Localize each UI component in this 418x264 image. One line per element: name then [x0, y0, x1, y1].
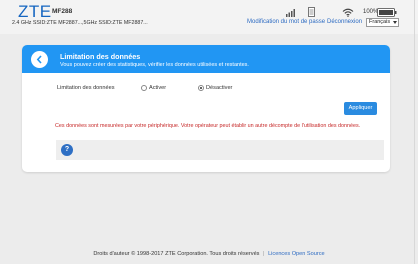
device-model: MF288 — [52, 8, 73, 15]
panel-subtitle: Vous pouvez créer des statistiques, véri… — [60, 62, 249, 68]
logout-link[interactable]: Déconnexion — [327, 19, 362, 25]
language-value: Français — [369, 19, 391, 25]
help-icon[interactable]: ? — [61, 144, 73, 156]
panel-title: Limitation des données — [60, 52, 141, 61]
enable-label[interactable]: Activer — [149, 85, 166, 91]
ssid-info: 2.4 GHz SSID:ZTE MF2887...,5GHz SSID:ZTE… — [12, 20, 148, 26]
data-limit-label: Limitation des données — [57, 85, 115, 91]
change-password-link[interactable]: Modification du mot de passe — [247, 19, 325, 25]
open-source-licenses-link[interactable]: Licences Open Source — [268, 251, 325, 257]
chevron-down-icon — [393, 21, 397, 24]
disable-radio[interactable] — [198, 85, 204, 91]
copyright-text: Droits d'auteur © 1998-2017 ZTE Corporat… — [93, 251, 260, 257]
footer-separator: | — [263, 251, 265, 257]
help-bar: ? — [56, 140, 384, 160]
panel-header: Limitation des données Vous pouvez créer… — [22, 45, 390, 73]
sms-icon[interactable] — [308, 7, 315, 17]
measurement-warning: Ces données sont mesurées par votre péri… — [55, 123, 361, 129]
battery-icon — [377, 8, 397, 17]
disable-label[interactable]: Désactiver — [206, 85, 232, 91]
data-limit-panel: Limitation des données Vous pouvez créer… — [22, 45, 390, 172]
top-header: ZTE MF288 2.4 GHz SSID:ZTE MF2887...,5GH… — [0, 0, 418, 34]
signal-strength-icon — [286, 9, 295, 17]
apply-button[interactable]: Appliquer — [344, 102, 377, 115]
zte-logo[interactable]: ZTE — [18, 2, 52, 22]
language-select[interactable]: Français — [366, 18, 399, 27]
footer: Droits d'auteur © 1998-2017 ZTE Corporat… — [0, 251, 418, 257]
back-button[interactable] — [31, 51, 48, 68]
enable-radio[interactable] — [141, 85, 147, 91]
wifi-icon — [342, 8, 354, 17]
chevron-left-icon — [36, 55, 42, 64]
scrollbar-track[interactable] — [414, 0, 415, 264]
